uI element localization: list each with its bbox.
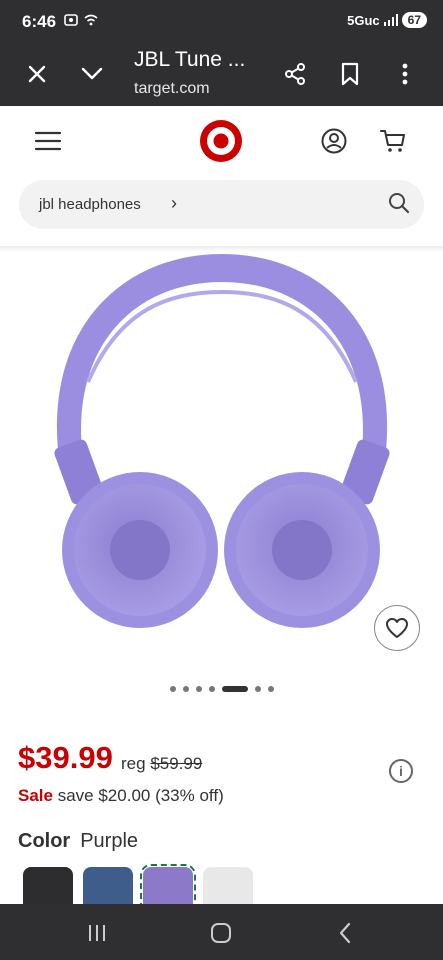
carousel-dot[interactable] [169, 686, 176, 692]
site-header [0, 106, 443, 176]
color-selector-label: Color Purple [18, 830, 138, 853]
recent-apps-button[interactable] [82, 918, 112, 948]
account-button[interactable] [316, 123, 352, 159]
share-button[interactable] [277, 56, 313, 92]
status-bar: 6:46 5Guc 67 [0, 0, 443, 42]
browser-toolbar: JBL Tune ... target.com [0, 42, 443, 106]
product-image[interactable] [0, 252, 443, 672]
chevron-right-icon: › [171, 193, 177, 213]
regular-price: reg $59.99 [121, 754, 202, 774]
selected-color: Purple [80, 830, 139, 852]
menu-button[interactable] [30, 123, 66, 159]
color-swatch[interactable] [83, 867, 133, 907]
search-icon[interactable] [388, 192, 410, 214]
share-icon [285, 63, 305, 85]
favorite-button[interactable] [374, 605, 420, 651]
status-right: 5Guc 67 [347, 12, 427, 28]
target-logo[interactable] [197, 117, 245, 165]
more-vertical-icon [402, 63, 408, 85]
back-button[interactable] [330, 918, 360, 948]
status-notification-icons [63, 12, 99, 28]
home-icon [211, 923, 231, 943]
home-button[interactable] [206, 918, 236, 948]
heart-icon [386, 618, 408, 638]
carousel-dot[interactable] [195, 686, 202, 692]
battery-icon: 67 [401, 12, 427, 28]
sale-price: $39.99 [18, 740, 113, 775]
sale-label: Sale [18, 786, 53, 805]
chevron-down-icon [81, 67, 103, 80]
wifi-icon [84, 14, 98, 26]
account-icon [321, 128, 347, 154]
page-url: target.com [134, 80, 210, 97]
color-swatches [23, 864, 253, 910]
close-icon [28, 65, 46, 83]
sale-info: Sale save $20.00 (33% off) [18, 786, 224, 806]
back-icon [339, 922, 351, 944]
screenshot-icon [64, 14, 78, 26]
search-bar[interactable]: jbl headphones › [19, 180, 424, 229]
color-swatch[interactable] [23, 867, 73, 907]
image-carousel-dots [0, 686, 443, 692]
cart-button[interactable] [375, 123, 411, 159]
carousel-dot[interactable] [208, 686, 215, 692]
status-time: 6:46 [22, 12, 57, 31]
color-swatch[interactable] [140, 864, 196, 910]
info-icon[interactable]: i [389, 759, 413, 783]
network-label: 5Guc [347, 12, 380, 28]
cart-icon [380, 130, 405, 152]
search-query: jbl headphones [39, 196, 141, 213]
carousel-dot[interactable] [221, 686, 248, 692]
savings-text: save $20.00 (33% off) [57, 786, 224, 805]
color-swatch[interactable] [203, 867, 253, 907]
carousel-dot[interactable] [182, 686, 189, 692]
bookmark-icon [341, 62, 359, 86]
bookmark-button[interactable] [332, 56, 368, 92]
system-nav-bar [0, 904, 443, 960]
headphones-image [54, 254, 390, 628]
more-options-button[interactable] [387, 56, 423, 92]
target-bullseye-icon [200, 120, 242, 162]
carousel-dot[interactable] [267, 686, 274, 692]
carousel-dot[interactable] [254, 686, 261, 692]
page-title: JBL Tune ... [134, 48, 246, 71]
reg-price-value: $59.99 [150, 754, 203, 773]
color-label: Color [18, 830, 71, 852]
close-tab-button[interactable] [19, 56, 55, 92]
minimize-button[interactable] [74, 56, 110, 92]
signal-icon [383, 14, 398, 26]
reg-label: reg [121, 754, 146, 773]
hamburger-menu-icon [35, 131, 61, 151]
recent-apps-icon [89, 925, 105, 941]
